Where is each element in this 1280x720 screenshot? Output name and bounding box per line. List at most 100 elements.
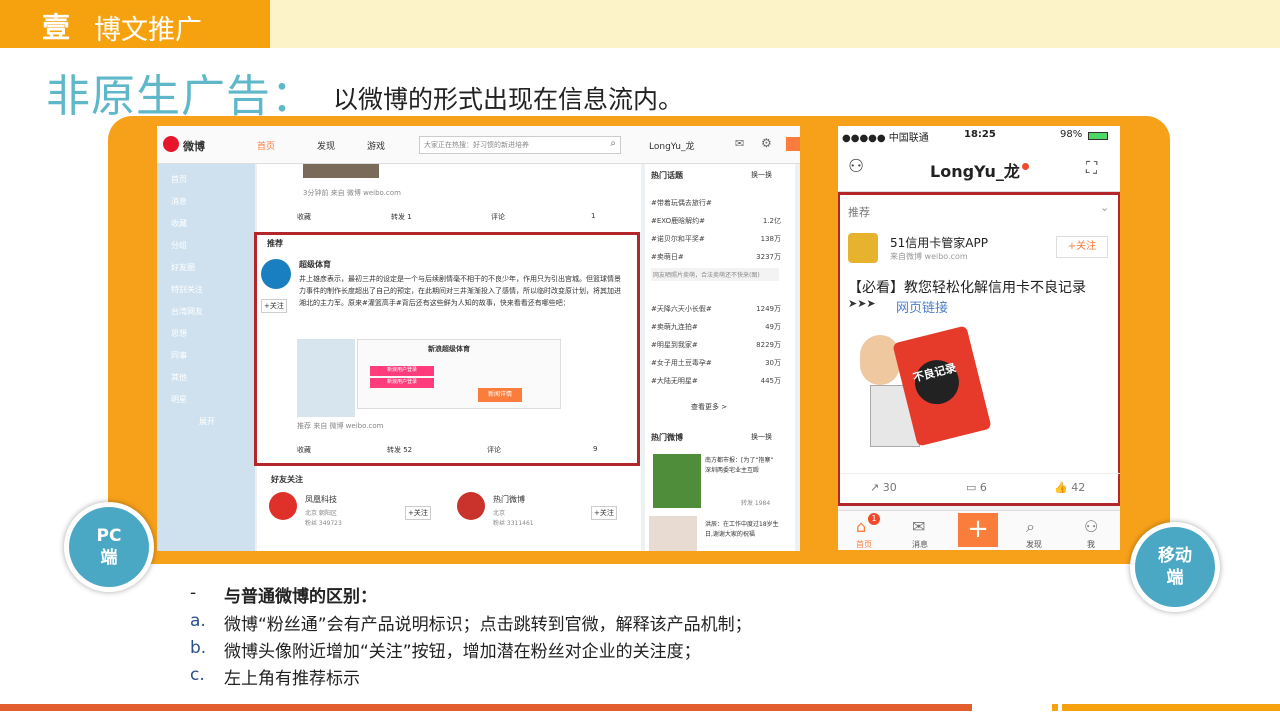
hot-weibo-text[interactable]: 洪辰：在工作中度过18岁生日,谢谢大家的祝福 [705,520,781,540]
post-like[interactable]: 1 [591,212,595,220]
sidebar-item-others[interactable]: 其他 [171,372,187,383]
like-icon: 👍 [1054,481,1072,494]
follow-button[interactable]: +关注 [591,506,617,520]
sidebar-item-favorites[interactable]: 收藏 [171,218,187,229]
hot-topic-row[interactable]: #女子用土豆毒孕# 30万 [651,358,781,368]
post-comment[interactable]: 评论 [491,212,505,222]
hot-weibo-image [649,516,697,551]
comment-count[interactable]: ▭ 6 [966,481,987,494]
sidebar-item-home[interactable]: 首页 [171,174,187,185]
battery-level: 98% [1060,129,1083,140]
promo-card-detail-button[interactable]: 新闻详情 [478,388,522,402]
avatar[interactable] [848,233,878,263]
avatar[interactable] [261,259,291,289]
hot-topic-row[interactable]: #诺贝尔和平奖# 138万 [651,234,781,244]
add-friend-icon[interactable]: ⚇ [848,156,864,177]
promo-repost[interactable]: 转发 52 [387,445,412,455]
sidebar-expand[interactable]: 展开 [199,416,215,427]
compose-button[interactable]: + [958,513,998,547]
message-icon[interactable]: ✉ [912,517,925,536]
clock: 18:25 [964,129,996,140]
promo-text: 井上雄彦表示，最初三井的设定是一个与后续剧情毫不相干的不良少年，作用只为引出宫城… [299,275,621,307]
cartoon-face-icon [860,335,900,385]
sidebar-item-special[interactable]: 特别关注 [171,284,203,295]
promo-fav[interactable]: 收藏 [297,445,311,455]
repost-count[interactable]: ↗ 30 [870,481,897,494]
hot-weibo-refresh[interactable]: 换一换 [751,432,772,442]
promo-author[interactable]: 超级体育 [299,259,331,270]
sidebar-item-groups[interactable]: 分组 [171,240,187,251]
hot-topic-row[interactable]: #大陆无明星# 445万 [651,376,781,386]
hot-topic-row[interactable]: #带着玩偶去旅行# [651,198,781,208]
card-label: 不良记录 [910,355,964,409]
gear-icon[interactable]: ⚙ [761,136,772,150]
follow-button[interactable]: +关注 [1056,236,1108,258]
friend-name[interactable]: 凤凰科技 [305,494,337,505]
chevron-down-icon[interactable]: ⌄ [1100,201,1109,214]
promo-illustration: 不良记录 [850,325,992,465]
sidebar-item-stars[interactable]: 明星 [171,394,187,405]
weibo-logo-icon [163,136,179,152]
sidebar-item-colleagues[interactable]: 同事 [171,350,187,361]
online-dot-icon [1022,163,1029,170]
like-count[interactable]: 👍 42 [1054,481,1085,494]
hot-topic-note: 网友晒照片卖萌，合法卖萌还不快来(图) [651,268,779,281]
promo-like[interactable]: 9 [593,445,597,453]
repost-icon: ↗ [870,481,883,494]
profile-icon[interactable]: ⚇ [1084,517,1098,536]
sidebar-item-friends[interactable]: 好友圈 [171,262,195,273]
promo-author[interactable]: 51信用卡管家APP [890,234,988,251]
post-repost[interactable]: 转发 1 [391,212,412,222]
promo-card-login-2[interactable]: 新浪用户登录 [370,378,434,388]
promo-card[interactable]: 新浪超级体育 新浪用户登录 新浪用户登录 新闻详情 [357,339,561,409]
mail-icon[interactable]: ✉ [735,137,744,150]
sidebar-item-taiwan[interactable]: 台湾网友 [171,306,203,317]
avatar[interactable] [269,492,297,520]
scan-icon[interactable]: ⛶ [1086,158,1097,178]
compose-icon[interactable] [786,137,800,151]
search-input[interactable]: 大家正在热搜：好习惯的新进培养 ⌕ [419,136,621,154]
pc-screenshot: 微博 首页 发现 游戏 大家正在热搜：好习惯的新进培养 ⌕ LongYu_龙 ✉… [157,126,800,551]
pc-sidebar: 首页 消息 收藏 分组 好友圈 特别关注 台湾网友 思想 同事 其他 明星 展开 [157,164,255,551]
hot-weibo-image [653,454,701,508]
hot-topic-row[interactable]: #明星到我家# 8229万 [651,340,781,350]
mobile-label-badge: 移动 端 [1130,522,1220,612]
sidebar-item-thoughts[interactable]: 思想 [171,328,187,339]
hot-topic-row[interactable]: #天降六天小长假# 1249万 [651,304,781,314]
search-placeholder: 大家正在热搜：好习惯的新进培养 [424,141,529,149]
search-icon[interactable]: ⌕ [610,138,616,149]
promo-comment[interactable]: 评论 [487,445,501,455]
promo-card-login-1[interactable]: 新浪用户登录 [370,366,434,376]
hot-topic-row[interactable]: #卖萌日# 3237万 [651,252,781,262]
tab-home[interactable]: 首页 [856,539,872,550]
home-icon[interactable]: ⌂ [856,517,866,536]
tab-me[interactable]: 我 [1087,539,1095,550]
hot-topics-more[interactable]: 查看更多 > [691,402,727,412]
nav-games[interactable]: 游戏 [367,139,385,152]
web-link[interactable]: 网页链接 [896,297,948,316]
hot-weibo-text[interactable]: 南方都市报：[为了“抱寨” 深圳两委宅业主互殴 [705,456,781,476]
hot-topics-refresh[interactable]: 换一换 [751,170,772,180]
hot-topic-row[interactable]: #EXO鹿晗解约# 1.2亿 [651,216,781,226]
heading-dash: - [190,583,197,603]
nav-discover[interactable]: 发现 [317,139,335,152]
follow-button[interactable]: +关注 [405,506,431,520]
post-fav[interactable]: 收藏 [297,212,311,222]
page-title: 非原生广告： [46,71,316,122]
tab-discover[interactable]: 发现 [1026,539,1042,550]
user-name[interactable]: LongYu_龙 [649,139,694,152]
tab-messages[interactable]: 消息 [912,539,928,550]
friend-loc: 北京 朝阳区 [305,510,337,517]
hot-topic-row[interactable]: #卖萌九连拍# 49万 [651,322,781,332]
footer-bar [0,704,972,711]
friend-name[interactable]: 热门微博 [493,494,525,505]
avatar[interactable] [457,492,485,520]
post-image [303,164,379,178]
arrows-icon: ➤➤➤ [848,297,876,310]
nav-home[interactable]: 首页 [257,139,275,152]
promo-image [297,339,355,417]
discover-icon[interactable]: ⌕ [1026,517,1035,537]
hot-weibo-title: 热门微博 [651,433,683,442]
follow-button[interactable]: +关注 [261,299,287,313]
sidebar-item-messages[interactable]: 消息 [171,196,187,207]
